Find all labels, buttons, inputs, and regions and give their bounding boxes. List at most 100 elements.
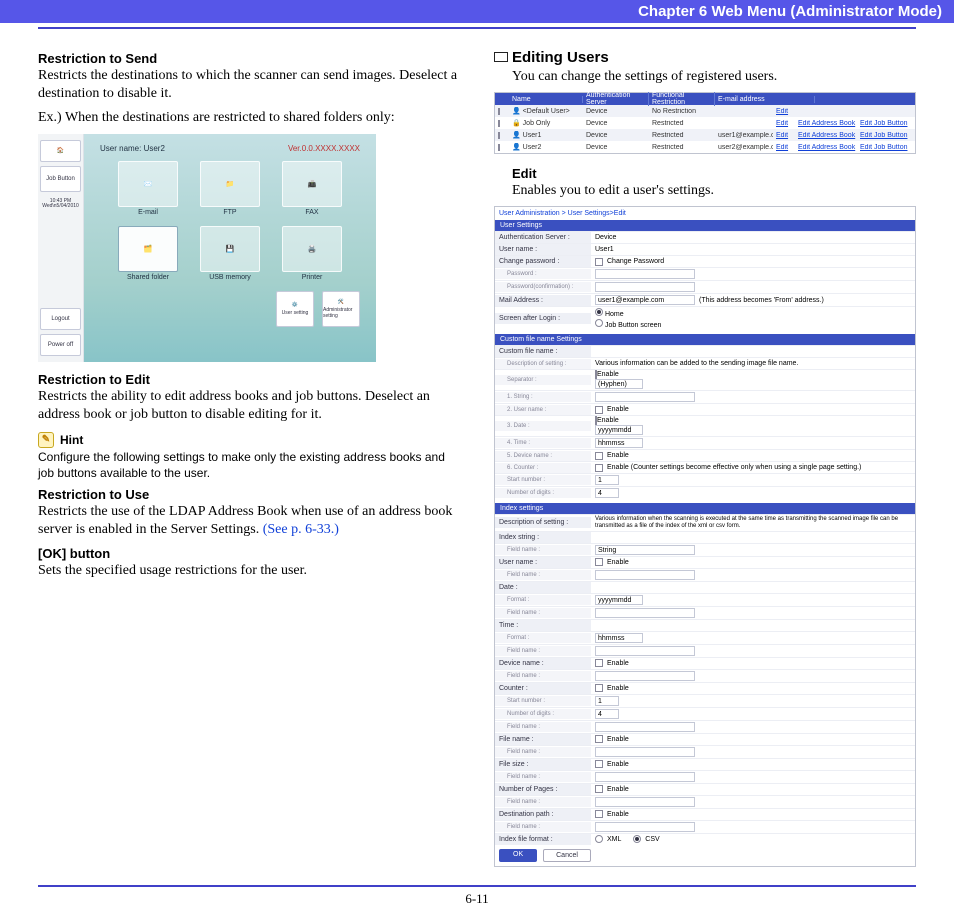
cfn-counter-checkbox[interactable]: [595, 464, 603, 472]
start-number-input[interactable]: 1: [595, 475, 619, 485]
left-column: Restriction to Send Restricts the destin…: [38, 49, 460, 871]
idx-device-checkbox[interactable]: [595, 659, 603, 667]
sep-select[interactable]: (Hyphen): [595, 379, 643, 389]
hint-icon: ✎: [38, 432, 54, 448]
para-editing-users: You can change the settings of registere…: [512, 68, 916, 86]
home-button[interactable]: 🏠: [40, 140, 81, 162]
idx-dest-field[interactable]: [595, 822, 695, 832]
fmt-csv-radio[interactable]: [633, 835, 641, 843]
idx-time-field[interactable]: [595, 646, 695, 656]
para-restriction-send-ex: Ex.) When the destinations are restricte…: [38, 109, 460, 127]
para-restriction-edit: Restricts the ability to edit address bo…: [38, 388, 460, 424]
heading-restriction-edit: Restriction to Edit: [38, 372, 460, 387]
table-header: Name Authentication Server Functional Re…: [495, 93, 915, 105]
panel-custom-filename: Custom file name Settings: [495, 334, 915, 345]
hint-text: Configure the following settings to make…: [38, 450, 460, 481]
idx-filesize-checkbox[interactable]: [595, 760, 603, 768]
table-row: 🔒 Job OnlyDeviceRestrictedEditEdit Addre…: [495, 117, 915, 129]
tile-email: ✉️E-mail: [118, 161, 178, 216]
idx-start-number[interactable]: 1: [595, 696, 619, 706]
idx-string-field[interactable]: String: [595, 545, 695, 555]
row-checkbox[interactable]: [498, 108, 500, 115]
idx-pages-checkbox[interactable]: [595, 785, 603, 793]
table-row: 👤 <Default User>DeviceNo RestrictionEdit: [495, 105, 915, 117]
password-confirm-input[interactable]: [595, 282, 695, 292]
edit-jobbutton-link[interactable]: Edit Job Button: [857, 132, 915, 139]
idx-username-field[interactable]: [595, 570, 695, 580]
edit-addressbook-link[interactable]: Edit Address Book: [795, 144, 857, 151]
edit-link[interactable]: Edit: [773, 132, 795, 139]
row-checkbox[interactable]: [498, 120, 500, 127]
user-settings-form-figure: User Administration > User Settings>Edit…: [494, 206, 916, 866]
edit-addressbook-link[interactable]: Edit Address Book: [795, 120, 857, 127]
user-setting-button[interactable]: ⚙️User setting: [276, 291, 314, 327]
cfn-device-checkbox[interactable]: [595, 452, 603, 460]
idx-pages-field[interactable]: [595, 797, 695, 807]
para-restriction-send: Restricts the destinations to which the …: [38, 67, 460, 103]
scanner-ui-figure: 🏠 Job Button 10:43 PM Wed\n5/04/2010 Log…: [38, 134, 376, 362]
top-rule: [38, 27, 916, 29]
page-body: Restriction to Send Restricts the destin…: [0, 49, 954, 871]
edit-addressbook-link[interactable]: Edit Address Book: [795, 132, 857, 139]
idx-time-format[interactable]: hhmmss: [595, 633, 643, 643]
heading-restriction-use: Restriction to Use: [38, 487, 460, 502]
idx-date-field[interactable]: [595, 608, 695, 618]
users-table-figure: Name Authentication Server Functional Re…: [494, 92, 916, 154]
idx-filesize-field[interactable]: [595, 772, 695, 782]
edit-link[interactable]: Edit: [773, 108, 795, 115]
form-buttons: OK Cancel: [495, 845, 915, 866]
para-restriction-use: Restricts the use of the LDAP Address Bo…: [38, 503, 460, 539]
idx-device-field[interactable]: [595, 671, 695, 681]
ok-button[interactable]: OK: [499, 849, 537, 862]
scanner-sidebar: 🏠 Job Button 10:43 PM Wed\n5/04/2010 Log…: [38, 134, 84, 362]
panel-user-settings: User Settings: [495, 220, 915, 231]
row-checkbox[interactable]: [498, 132, 500, 139]
idx-dest-checkbox[interactable]: [595, 810, 603, 818]
cfn-username-checkbox[interactable]: [595, 406, 603, 414]
time-format-select[interactable]: hhmmss: [595, 438, 643, 448]
para-edit: Enables you to edit a user's settings.: [512, 182, 916, 200]
idx-date-format[interactable]: yyyymmdd: [595, 595, 643, 605]
idx-filename-checkbox[interactable]: [595, 735, 603, 743]
fmt-xml-radio[interactable]: [595, 835, 603, 843]
idx-counter-checkbox[interactable]: [595, 684, 603, 692]
chapter-header: Chapter 6 Web Menu (Administrator Mode): [0, 0, 954, 23]
screen-job-radio[interactable]: [595, 319, 603, 327]
hint-label: Hint: [60, 433, 83, 447]
clock-label: 10:43 PM Wed\n5/04/2010: [40, 196, 81, 210]
idx-digits[interactable]: 4: [595, 709, 619, 719]
mail-input[interactable]: user1@example.com: [595, 295, 695, 305]
cancel-button[interactable]: Cancel: [543, 849, 591, 862]
heading-editing-users: Editing Users: [494, 49, 916, 66]
scanner-version: Ver.0.0.XXXX.XXXX: [288, 144, 360, 153]
password-input[interactable]: [595, 269, 695, 279]
date-format-select[interactable]: yyyymmdd: [595, 425, 643, 435]
row-checkbox[interactable]: [498, 144, 500, 151]
screen-home-radio[interactable]: [595, 308, 603, 316]
tile-fax: 📠FAX: [282, 161, 342, 216]
idx-username-checkbox[interactable]: [595, 558, 603, 566]
idx-counter-field[interactable]: [595, 722, 695, 732]
tile-shared-folder[interactable]: 🗂️Shared folder: [118, 226, 178, 281]
logout-button[interactable]: Logout: [40, 308, 81, 330]
tile-ftp: 📁FTP: [200, 161, 260, 216]
page-number: 6-11: [0, 891, 954, 915]
see-link[interactable]: (See p. 6-33.): [263, 522, 339, 537]
poweroff-button[interactable]: Power off: [40, 334, 81, 356]
footer-rule: [38, 885, 916, 887]
heading-ok-button: [OK] button: [38, 546, 460, 561]
heading-restriction-send: Restriction to Send: [38, 51, 460, 66]
string-input[interactable]: [595, 392, 695, 402]
edit-link[interactable]: Edit: [773, 120, 795, 127]
edit-jobbutton-link[interactable]: Edit Job Button: [857, 120, 915, 127]
admin-setting-button[interactable]: 🛠️Administrator setting: [322, 291, 360, 327]
edit-link[interactable]: Edit: [773, 144, 795, 151]
idx-filename-field[interactable]: [595, 747, 695, 757]
change-password-checkbox[interactable]: [595, 258, 603, 266]
table-row: 👤 User1DeviceRestricteduser1@example.com…: [495, 129, 915, 141]
table-row: 👤 User2DeviceRestricteduser2@example.com…: [495, 141, 915, 153]
edit-jobbutton-link[interactable]: Edit Job Button: [857, 144, 915, 151]
panel-index-settings: Index settings: [495, 503, 915, 514]
job-button[interactable]: Job Button: [40, 166, 81, 192]
digits-input[interactable]: 4: [595, 488, 619, 498]
